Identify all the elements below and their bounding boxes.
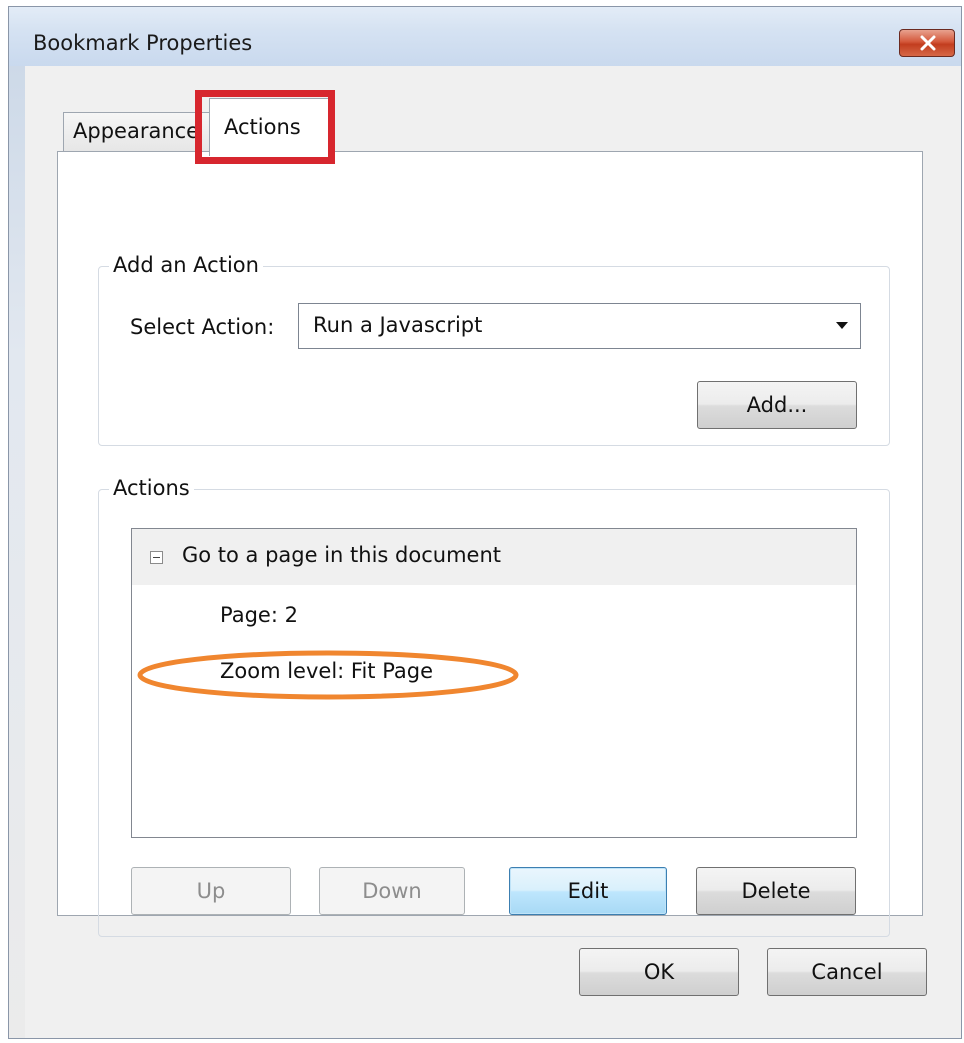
tab-appearance[interactable]: Appearance <box>63 112 213 152</box>
actions-tab-panel: Add an Action Select Action: Run a Javas… <box>57 151 923 937</box>
tree-item-goto-page[interactable]: Go to a page in this document <box>132 529 856 585</box>
actions-legend: Actions <box>109 476 194 500</box>
collapse-minus-icon[interactable] <box>150 551 163 564</box>
select-action-value: Run a Javascript <box>313 313 483 337</box>
tab-highlight-annotation <box>195 90 335 164</box>
actions-tree-list[interactable]: Go to a page in this document Page: 2 Zo… <box>131 528 857 838</box>
down-button[interactable]: Down <box>319 867 465 915</box>
edit-button[interactable]: Edit <box>509 867 667 915</box>
tree-subitem-page[interactable]: Page: 2 <box>220 603 298 627</box>
close-icon <box>920 35 936 51</box>
actions-group: Actions Go to a page in this document Pa… <box>98 476 890 937</box>
add-action-button[interactable]: Add... <box>697 381 857 429</box>
title-bar[interactable]: Bookmark Properties <box>9 6 961 66</box>
select-action-dropdown[interactable]: Run a Javascript <box>298 303 861 349</box>
bookmark-properties-dialog: Bookmark Properties Appearance Actions A… <box>8 6 962 1039</box>
add-action-group: Add an Action Select Action: Run a Javas… <box>98 253 890 446</box>
close-button[interactable] <box>899 29 955 57</box>
tree-item-goto-page-label: Go to a page in this document <box>182 543 501 567</box>
window-title: Bookmark Properties <box>33 31 253 55</box>
cancel-button[interactable]: Cancel <box>767 948 927 996</box>
dialog-client-area: Appearance Actions Add an Action Select … <box>9 66 961 1038</box>
select-action-label: Select Action: <box>130 315 275 339</box>
tree-subitem-zoom-level[interactable]: Zoom level: Fit Page <box>220 659 433 683</box>
up-button[interactable]: Up <box>131 867 291 915</box>
add-action-legend: Add an Action <box>109 253 263 277</box>
dropdown-arrow-icon[interactable] <box>824 304 860 348</box>
delete-button[interactable]: Delete <box>696 867 856 915</box>
ok-button[interactable]: OK <box>579 948 739 996</box>
